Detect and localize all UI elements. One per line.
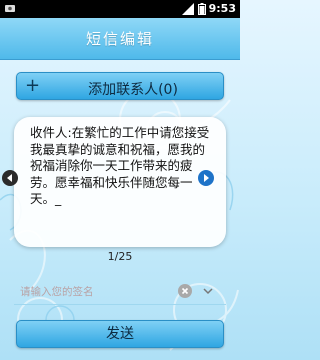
signature-field xyxy=(14,279,226,305)
status-time: 9:53 xyxy=(208,2,236,15)
title-bar: 短信编辑 xyxy=(0,18,240,60)
chevron-down-icon[interactable] xyxy=(202,285,214,297)
message-card[interactable]: 收件人:在繁忙的工作中请您接受我最真挚的诚意和祝福，愿我的祝福消除你一天工作带来… xyxy=(14,117,226,247)
message-text[interactable]: 收件人:在繁忙的工作中请您接受我最真挚的诚意和祝福，愿我的祝福消除你一天工作带来… xyxy=(30,125,212,208)
next-message-button[interactable] xyxy=(198,170,214,186)
chevron-right-icon xyxy=(204,174,209,182)
plus-icon: + xyxy=(25,75,41,96)
send-button[interactable]: 发送 xyxy=(16,320,224,348)
chevron-left-icon xyxy=(7,174,12,182)
add-contact-label: 添加联系人(0) xyxy=(88,82,178,98)
clear-signature-button[interactable] xyxy=(178,284,192,298)
previous-message-button[interactable] xyxy=(2,170,18,186)
signature-input[interactable] xyxy=(20,283,170,301)
add-contact-button[interactable]: + 添加联系人(0) xyxy=(16,72,224,100)
notification-icon xyxy=(5,5,15,12)
battery-icon xyxy=(198,3,206,15)
close-icon xyxy=(181,287,189,295)
status-bar: 9:53 xyxy=(0,0,240,18)
page-title: 短信编辑 xyxy=(85,30,154,48)
signal-icon xyxy=(182,3,194,15)
message-counter: 1/25 xyxy=(107,250,133,263)
